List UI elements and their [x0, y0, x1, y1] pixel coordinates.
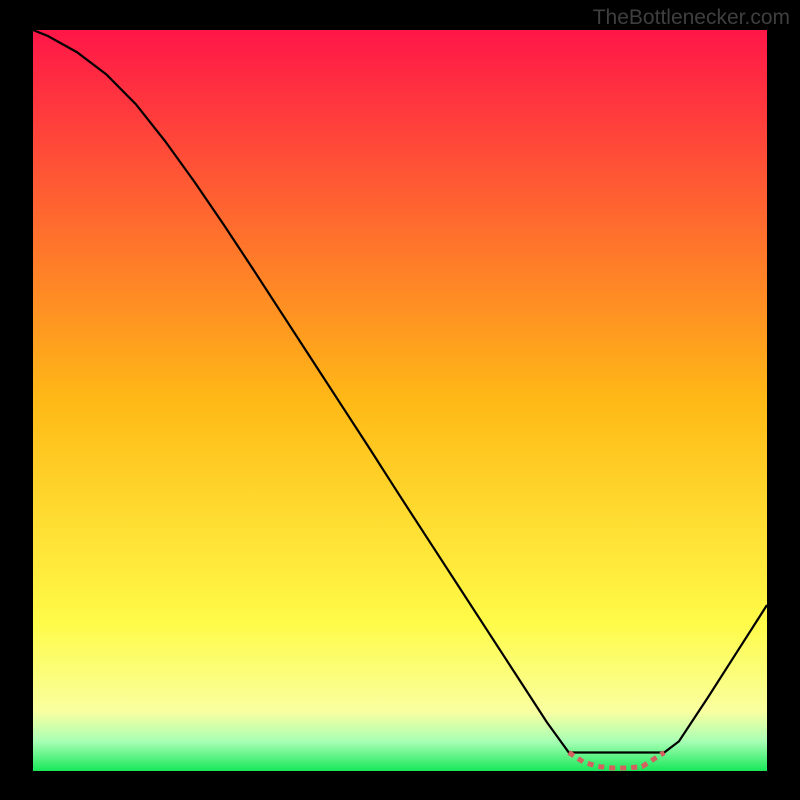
- chart-curve-layer: [33, 30, 767, 771]
- dashed-segment: [569, 752, 664, 768]
- solid-curve: [33, 30, 767, 752]
- chart-plot-area: [33, 30, 767, 771]
- watermark-text: TheBottlenecker.com: [593, 6, 790, 30]
